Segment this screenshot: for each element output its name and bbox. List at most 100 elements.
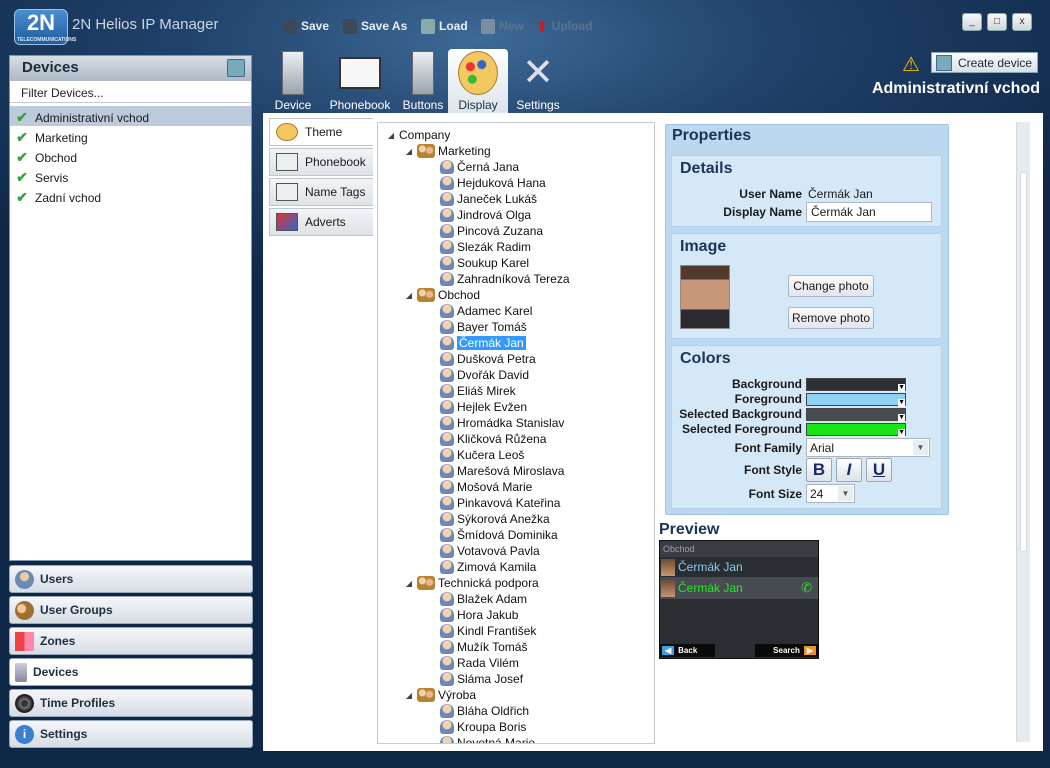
tree-root[interactable]: ◢ Company: [386, 127, 450, 143]
tree-member[interactable]: Zahradníková Tereza: [440, 271, 570, 287]
subtab-name-tags[interactable]: Name Tags: [269, 178, 373, 206]
device-item[interactable]: ✔ Servis: [10, 166, 251, 186]
selected-foreground-picker[interactable]: [806, 422, 906, 437]
selected-background-picker[interactable]: [806, 407, 906, 422]
scrollbar-thumb[interactable]: [1020, 172, 1027, 552]
tab-display[interactable]: Display: [448, 49, 508, 113]
tree-member[interactable]: Eliáš Mirek: [440, 383, 516, 399]
tree-member[interactable]: Šmídová Dominika: [440, 527, 558, 543]
nav-users[interactable]: Users: [9, 565, 253, 593]
tree-member[interactable]: Dvořák David: [440, 367, 529, 383]
device-item[interactable]: ✔ Zadní vchod: [10, 186, 251, 206]
tree-group[interactable]: ◢ Výroba: [404, 687, 476, 703]
tree-member[interactable]: Hejduková Hana: [440, 175, 546, 191]
device-item[interactable]: ✔ Administrativní vchod: [10, 106, 251, 126]
tree-member[interactable]: Kindl František: [440, 623, 536, 639]
nav-settings[interactable]: i Settings: [9, 720, 253, 748]
expand-icon[interactable]: ◢: [404, 291, 414, 300]
minimize-button[interactable]: _: [962, 13, 982, 31]
add-device-icon[interactable]: [227, 59, 245, 77]
nav-user-groups[interactable]: User Groups: [9, 596, 253, 624]
device-item[interactable]: ✔ Obchod: [10, 146, 251, 166]
tab-phonebook[interactable]: Phonebook: [329, 49, 391, 113]
save-button[interactable]: Save: [283, 17, 329, 35]
tree-member[interactable]: Jindrová Olga: [440, 207, 531, 223]
tree-member[interactable]: Černá Jana: [440, 159, 519, 175]
tree-member[interactable]: Janeček Lukáš: [440, 191, 537, 207]
new-button[interactable]: New: [481, 17, 524, 35]
tree-member[interactable]: Sláma Josef: [440, 671, 523, 687]
tree-member[interactable]: Mošová Marie: [440, 479, 532, 495]
tree-member[interactable]: Soukup Karel: [440, 255, 529, 271]
nav-time-profiles[interactable]: Time Profiles: [9, 689, 253, 717]
tree-member[interactable]: Kličková Růžena: [440, 431, 546, 447]
expand-icon[interactable]: ◢: [404, 691, 414, 700]
tree-group[interactable]: ◢ Technická podpora: [404, 575, 539, 591]
load-button[interactable]: Load: [421, 17, 468, 35]
tree-member[interactable]: Kučera Leoš: [440, 447, 524, 463]
chevron-down-icon: ▼: [913, 440, 928, 455]
person-icon: [440, 256, 454, 270]
tree-member[interactable]: Dušková Petra: [440, 351, 536, 367]
tree-member[interactable]: Hromádka Stanislav: [440, 415, 564, 431]
change-photo-button[interactable]: Change photo: [788, 275, 874, 297]
person-icon: [440, 640, 454, 654]
subtab-adverts[interactable]: Adverts: [269, 208, 373, 236]
tab-device[interactable]: Device: [262, 49, 324, 113]
vertical-scrollbar[interactable]: [1016, 122, 1030, 742]
tree-member[interactable]: Hejlek Evžen: [440, 399, 527, 415]
tree-member[interactable]: Kroupa Boris: [440, 719, 526, 735]
device-item[interactable]: ✔ Marketing: [10, 126, 251, 146]
save-as-button[interactable]: Save As: [343, 17, 407, 35]
nav-devices[interactable]: Devices: [9, 658, 253, 686]
font-size-select[interactable]: 24 ▼: [806, 484, 855, 503]
floppy-icon: [283, 18, 297, 34]
phonebook-tree[interactable]: ◢ Company ◢ Marketing Černá Jana Hejduková Ha…: [377, 122, 655, 744]
tree-member[interactable]: Adamec Karel: [440, 303, 532, 319]
clock-icon: [15, 693, 34, 713]
person-icon: [440, 304, 454, 318]
expand-icon[interactable]: ◢: [404, 579, 414, 588]
tree-group[interactable]: ◢ Obchod: [404, 287, 480, 303]
person-icon: [440, 736, 454, 743]
tree-member[interactable]: Rada Vilém: [440, 655, 519, 671]
display-preview: Obchod Čermák Jan Čermák Jan ✆ ◀ Back Searc…: [659, 540, 819, 659]
tree-member[interactable]: Slezák Radim: [440, 239, 531, 255]
expand-icon[interactable]: ◢: [404, 147, 414, 156]
buttons-device-icon: [412, 51, 434, 95]
background-color-picker[interactable]: [806, 377, 906, 392]
tree-member[interactable]: Sýkorová Anežka: [440, 511, 550, 527]
tab-buttons[interactable]: Buttons: [392, 49, 454, 113]
tree-member[interactable]: Pincová Zuzana: [440, 223, 543, 239]
tree-member[interactable]: Bayer Tomáš: [440, 319, 527, 335]
maximize-button[interactable]: □: [987, 13, 1007, 31]
tree-member[interactable]: Čermák Jan: [440, 335, 526, 351]
tree-member[interactable]: Hora Jakub: [440, 607, 518, 623]
display-name-input[interactable]: Čermák Jan: [806, 202, 932, 222]
tree-member[interactable]: Marešová Miroslava: [440, 463, 564, 479]
tab-settings[interactable]: ✕ Settings: [509, 49, 567, 113]
subtab-phonebook[interactable]: Phonebook: [269, 148, 373, 176]
tree-group[interactable]: ◢ Marketing: [404, 143, 491, 159]
tree-member[interactable]: Mužík Tomáš: [440, 639, 527, 655]
tree-member[interactable]: Votavová Pavla: [440, 543, 540, 559]
tree-member[interactable]: Pinkavová Kateřina: [440, 495, 560, 511]
underline-button[interactable]: U: [866, 458, 892, 482]
nav-zones[interactable]: Zones: [9, 627, 253, 655]
expand-icon[interactable]: ◢: [386, 131, 396, 140]
close-button[interactable]: x: [1012, 13, 1032, 31]
tree-member[interactable]: Zimová Kamila: [440, 559, 536, 575]
subtab-theme[interactable]: Theme: [269, 118, 373, 146]
create-device-button[interactable]: Create device: [931, 52, 1038, 73]
bold-button[interactable]: B: [806, 458, 832, 482]
tree-member[interactable]: Blažek Adam: [440, 591, 527, 607]
tree-member[interactable]: Bláha Oldřich: [440, 703, 529, 719]
upload-button[interactable]: ⬆ Upload: [536, 17, 592, 35]
foreground-color-picker[interactable]: [806, 392, 906, 407]
remove-photo-button[interactable]: Remove photo: [788, 307, 874, 329]
italic-button[interactable]: I: [836, 458, 862, 482]
font-family-select[interactable]: Arial ▼: [806, 438, 930, 457]
filter-devices-input[interactable]: Filter Devices...: [10, 81, 251, 103]
tree-member[interactable]: Novotná Marie: [440, 735, 535, 743]
phonebook-icon: [276, 153, 298, 171]
